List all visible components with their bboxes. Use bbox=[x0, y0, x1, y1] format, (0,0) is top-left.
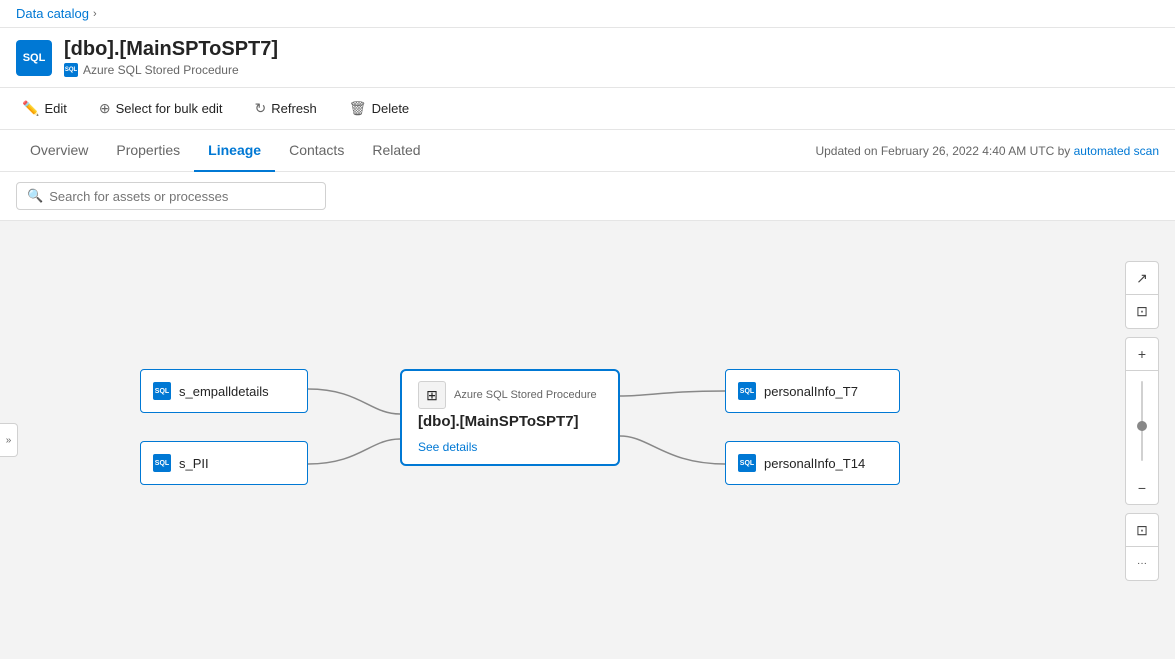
expand-icon: ↗ bbox=[1136, 270, 1148, 287]
search-bar: 🔍 bbox=[0, 172, 1175, 221]
header: SQL [dbo].[MainSPToSPT7] SQL Azure SQL S… bbox=[0, 28, 1175, 88]
central-node-header: ⊞ Azure SQL Stored Procedure bbox=[418, 381, 602, 409]
search-input[interactable] bbox=[49, 189, 315, 204]
input-node-1[interactable]: SQL s_empalldetails bbox=[140, 369, 308, 413]
output-node-1[interactable]: SQL personalInfo_T7 bbox=[725, 369, 900, 413]
breadcrumb-chevron: › bbox=[93, 8, 97, 20]
updated-info: Updated on February 26, 2022 4:40 AM UTC… bbox=[815, 144, 1159, 158]
fit-view-button[interactable]: ⊡ bbox=[1125, 295, 1159, 329]
tab-properties[interactable]: Properties bbox=[102, 130, 194, 172]
input-node-2-label: s_PII bbox=[179, 456, 209, 471]
lineage-canvas: » SQL s_empalldetails SQL s_PII ⊞ Azure … bbox=[0, 221, 1175, 659]
header-icon: SQL bbox=[16, 40, 52, 76]
refresh-icon: ↻ bbox=[255, 100, 267, 117]
zoom-out-button[interactable]: − bbox=[1125, 471, 1159, 505]
fit-all-button[interactable]: ⊡ bbox=[1125, 513, 1159, 547]
edit-icon: ✏️ bbox=[22, 100, 39, 117]
search-input-wrap: 🔍 bbox=[16, 182, 326, 210]
zoom-controls: ↗ ⊡ + − ⊡ ··· bbox=[1125, 261, 1159, 581]
output-node-2[interactable]: SQL personalInfo_T14 bbox=[725, 441, 900, 485]
output-node-2-label: personalInfo_T14 bbox=[764, 456, 865, 471]
zoom-controls-group1: ↗ ⊡ bbox=[1125, 261, 1159, 329]
input-node-2-icon: SQL bbox=[153, 454, 171, 472]
zoom-controls-group3: ⊡ ··· bbox=[1125, 513, 1159, 581]
tab-overview[interactable]: Overview bbox=[16, 130, 102, 172]
input-node-2[interactable]: SQL s_PII bbox=[140, 441, 308, 485]
central-node[interactable]: ⊞ Azure SQL Stored Procedure [dbo].[Main… bbox=[400, 369, 620, 466]
output-node-1-icon: SQL bbox=[738, 382, 756, 400]
fit-icon: ⊡ bbox=[1136, 303, 1148, 320]
delete-button[interactable]: 🗑 Delete bbox=[343, 96, 415, 121]
central-node-title: [dbo].[MainSPToSPT7] bbox=[418, 413, 602, 430]
zoom-controls-group2: + − bbox=[1125, 337, 1159, 505]
more-button[interactable]: ··· bbox=[1125, 547, 1159, 581]
minus-icon: − bbox=[1138, 480, 1146, 496]
more-icon: ··· bbox=[1137, 558, 1147, 569]
output-node-2-icon: SQL bbox=[738, 454, 756, 472]
tabs-bar: Overview Properties Lineage Contacts Rel… bbox=[0, 130, 1175, 172]
tab-lineage[interactable]: Lineage bbox=[194, 130, 275, 172]
tab-contacts[interactable]: Contacts bbox=[275, 130, 358, 172]
toolbar: ✏️ Edit ⊕ Select for bulk edit ↻ Refresh… bbox=[0, 88, 1175, 130]
header-subtitle: SQL Azure SQL Stored Procedure bbox=[64, 63, 278, 77]
subtitle-icon: SQL bbox=[64, 63, 78, 77]
bulk-edit-button[interactable]: ⊕ Select for bulk edit bbox=[93, 96, 229, 121]
fit2-icon: ⊡ bbox=[1136, 522, 1148, 539]
central-node-proc-icon: ⊞ bbox=[418, 381, 446, 409]
zoom-slider-track bbox=[1125, 371, 1159, 471]
zoom-in-button[interactable]: + bbox=[1125, 337, 1159, 371]
delete-icon: 🗑 bbox=[349, 100, 367, 117]
central-node-subtitle: Azure SQL Stored Procedure bbox=[454, 389, 597, 401]
search-icon: 🔍 bbox=[27, 188, 43, 204]
updated-by-link[interactable]: automated scan bbox=[1074, 144, 1159, 158]
tab-related[interactable]: Related bbox=[358, 130, 434, 172]
subtitle-text: Azure SQL Stored Procedure bbox=[83, 63, 239, 77]
refresh-button[interactable]: ↻ Refresh bbox=[249, 96, 323, 121]
zoom-slider-thumb[interactable] bbox=[1137, 421, 1147, 431]
collapse-sidebar-button[interactable]: » bbox=[0, 423, 18, 457]
input-node-1-label: s_empalldetails bbox=[179, 384, 269, 399]
header-title-block: [dbo].[MainSPToSPT7] SQL Azure SQL Store… bbox=[64, 38, 278, 77]
input-node-1-icon: SQL bbox=[153, 382, 171, 400]
central-node-see-details[interactable]: See details bbox=[418, 440, 477, 454]
plus-icon: + bbox=[1138, 346, 1146, 362]
edit-button[interactable]: ✏️ Edit bbox=[16, 96, 73, 121]
breadcrumb: Data catalog › bbox=[0, 0, 1175, 28]
page-title: [dbo].[MainSPToSPT7] bbox=[64, 38, 278, 61]
bulk-edit-icon: ⊕ bbox=[99, 100, 111, 117]
breadcrumb-link[interactable]: Data catalog bbox=[16, 6, 89, 21]
output-node-1-label: personalInfo_T7 bbox=[764, 384, 858, 399]
expand-button[interactable]: ↗ bbox=[1125, 261, 1159, 295]
